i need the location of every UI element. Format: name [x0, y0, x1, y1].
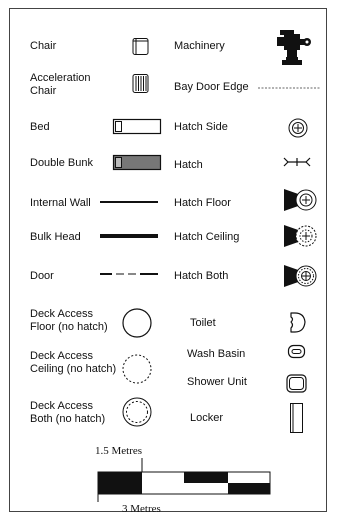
- hatch-side-icon: [288, 118, 308, 138]
- hatch-floor-icon: [284, 189, 317, 211]
- label-toilet: Toilet: [190, 317, 216, 329]
- label-hatch: Hatch: [174, 159, 203, 171]
- label-internal-wall: Internal Wall: [30, 197, 91, 209]
- label-bay-door-edge: Bay Door Edge: [174, 81, 249, 93]
- label-deck-access-both: Deck Access Both (no hatch): [30, 400, 106, 425]
- door-icon: [100, 273, 158, 275]
- label-chair: Chair: [30, 40, 57, 52]
- bay-door-edge-icon: [258, 87, 320, 89]
- toilet-icon: [290, 312, 306, 333]
- label-bulk-head: Bulk Head: [30, 231, 81, 243]
- deck-access-both-icon: [122, 397, 152, 427]
- deck-access-ceiling-icon: [122, 354, 152, 384]
- label-hatch-floor: Hatch Floor: [174, 197, 231, 209]
- label-door: Door: [30, 270, 54, 282]
- bed-icon: [112, 118, 162, 135]
- shower-unit-icon: [286, 374, 307, 393]
- deck-access-floor-icon: [122, 308, 152, 338]
- label-hatch-ceiling: Hatch Ceiling: [174, 231, 240, 243]
- scale-label-1-5-metres: 1.5 Metres: [95, 445, 143, 457]
- label-locker: Locker: [190, 412, 224, 424]
- machinery-icon: [277, 30, 311, 65]
- hatch-icon: [283, 157, 311, 167]
- wash-basin-icon: [287, 344, 306, 359]
- label-wash-basin: Wash Basin: [187, 348, 246, 360]
- label-bed: Bed: [30, 121, 50, 133]
- scale-bar: [97, 458, 271, 502]
- double-bunk-icon: [112, 154, 162, 171]
- acceleration-chair-icon: [132, 74, 149, 93]
- label-double-bunk: Double Bunk: [30, 157, 93, 169]
- scale-label-3-metres: 3 Metres: [122, 503, 161, 515]
- hatch-both-icon: [284, 265, 317, 287]
- label-machinery: Machinery: [174, 40, 225, 52]
- label-shower-unit: Shower Unit: [187, 376, 247, 388]
- hatch-ceiling-icon: [284, 225, 317, 247]
- chair-icon: [132, 38, 149, 55]
- label-deck-access-floor: Deck Access Floor (no hatch): [30, 308, 108, 333]
- label-hatch-side: Hatch Side: [174, 121, 228, 133]
- label-acceleration-chair: Acceleration Chair: [30, 72, 91, 97]
- locker-icon: [290, 403, 303, 433]
- internal-wall-icon: [100, 201, 158, 203]
- label-hatch-both: Hatch Both: [174, 270, 229, 282]
- label-deck-access-ceiling: Deck Access Ceiling (no hatch): [30, 350, 117, 375]
- bulk-head-icon: [100, 234, 158, 238]
